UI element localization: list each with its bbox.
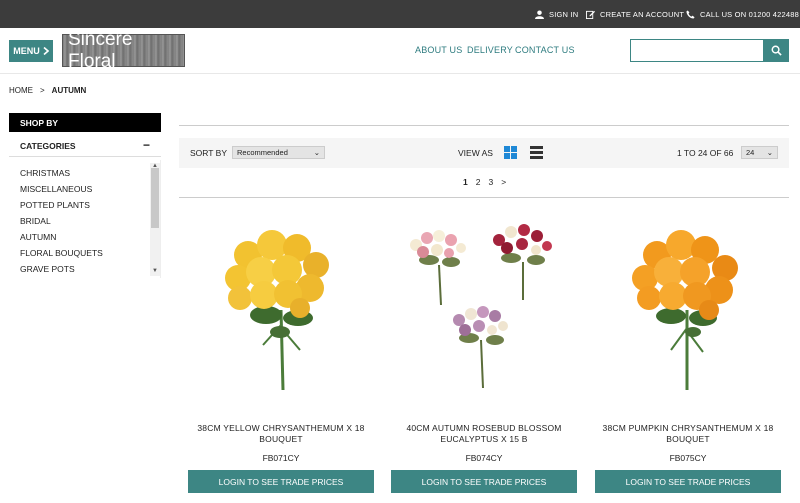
breadcrumb: HOME > AUTUMN (9, 86, 86, 95)
breadcrumb-home[interactable]: HOME (9, 86, 33, 95)
create-account-label: CREATE AN ACCOUNT (600, 10, 685, 19)
categories-title: CATEGORIES (20, 141, 76, 151)
category-bridal[interactable]: BRIDAL (20, 216, 51, 226)
site-header: MENU Sincere Floral ABOUT US DELIVERY CO… (0, 28, 800, 74)
product-card: 38CM YELLOW CHRYSANTHEMUM X 18 BOUQUET F… (188, 210, 374, 503)
per-page-value: 24 (746, 148, 755, 157)
category-christmas[interactable]: CHRISTMAS (20, 168, 70, 178)
menu-button[interactable]: MENU (9, 40, 53, 62)
top-bar: SIGN IN CREATE AN ACCOUNT CALL US ON 012… (0, 0, 800, 28)
category-miscellaneous[interactable]: MISCELLANEOUS (20, 184, 92, 194)
sort-value: Recommended (237, 148, 288, 157)
user-icon (535, 10, 544, 19)
shop-by-heading: SHOP BY (9, 113, 161, 132)
nav-about-us[interactable]: ABOUT US (415, 45, 462, 55)
collapse-icon: − (142, 138, 150, 152)
site-logo[interactable]: Sincere Floral (62, 29, 185, 72)
login-trade-prices-button[interactable]: LOGIN TO SEE TRADE PRICES (391, 470, 577, 493)
search-icon (771, 45, 782, 56)
categories-toggle[interactable]: CATEGORIES − (9, 135, 161, 157)
page-3[interactable]: 3 (488, 177, 493, 187)
login-trade-prices-button[interactable]: LOGIN TO SEE TRADE PRICES (188, 470, 374, 493)
product-image[interactable] (595, 210, 781, 400)
menu-label: MENU (13, 46, 40, 56)
sort-select[interactable]: Recommended ⌄ (232, 146, 325, 159)
category-floral-bouquets[interactable]: FLORAL BOUQUETS (20, 248, 103, 258)
create-account-link[interactable]: CREATE AN ACCOUNT (586, 10, 684, 19)
product-code: FB071CY (262, 453, 300, 463)
list-view-icon[interactable] (530, 146, 543, 159)
product-code: FB075CY (669, 453, 707, 463)
scrollbar-thumb[interactable] (151, 168, 159, 228)
nav-delivery[interactable]: DELIVERY (467, 45, 513, 55)
product-card: 38CM PUMPKIN CHRYSANTHEMUM X 18 BOUQUET … (595, 210, 781, 503)
category-autumn[interactable]: AUTUMN (20, 232, 56, 242)
scroll-down-icon[interactable]: ▼ (150, 268, 160, 276)
chevron-down-icon: ⌄ (766, 148, 773, 157)
product-card: 40CM AUTUMN ROSEBUD BLOSSOM EUCALYPTUS X… (391, 210, 577, 503)
grid-view-icon[interactable] (504, 146, 517, 159)
divider (179, 197, 789, 198)
search-button[interactable] (764, 39, 789, 62)
view-as-label: VIEW AS (458, 148, 493, 158)
chevron-right-icon (43, 47, 49, 55)
breadcrumb-separator: > (40, 86, 45, 95)
call-us-link[interactable]: CALL US ON 01200 422488 (686, 10, 799, 19)
page-1[interactable]: 1 (463, 177, 468, 187)
sign-in-link[interactable]: SIGN IN (535, 10, 578, 19)
category-grave-pots[interactable]: GRAVE POTS (20, 264, 75, 274)
category-potted-plants[interactable]: POTTED PLANTS (20, 200, 90, 210)
next-page[interactable]: > (501, 177, 506, 187)
login-trade-prices-button[interactable]: LOGIN TO SEE TRADE PRICES (595, 470, 781, 493)
sign-in-label: SIGN IN (549, 10, 579, 19)
category-list: CHRISTMAS MISCELLANEOUS POTTED PLANTS BR… (9, 160, 161, 278)
product-code: FB074CY (465, 453, 503, 463)
divider (179, 125, 789, 126)
product-name[interactable]: 38CM YELLOW CHRYSANTHEMUM X 18 BOUQUET (188, 423, 374, 445)
phone-icon (686, 10, 695, 19)
nav-contact-us[interactable]: CONTACT US (515, 45, 575, 55)
edit-icon (586, 10, 595, 19)
breadcrumb-current: AUTUMN (51, 86, 87, 95)
sort-by-label: SORT BY (190, 148, 228, 158)
product-image[interactable] (391, 210, 577, 400)
per-page-select[interactable]: 24 ⌄ (741, 146, 778, 159)
product-image[interactable] (188, 210, 374, 400)
logo-text: Sincere Floral (68, 28, 133, 72)
product-name[interactable]: 38CM PUMPKIN CHRYSANTHEMUM X 18 BOUQUET (595, 423, 781, 445)
call-us-label: CALL US ON 01200 422488 (700, 10, 799, 19)
results-count: 1 TO 24 OF 66 (677, 148, 734, 158)
listing-toolbar: SORT BY Recommended ⌄ VIEW AS 1 TO 24 OF… (179, 138, 789, 168)
pagination: 1 2 3 > (463, 177, 506, 187)
search-input[interactable] (630, 39, 764, 62)
product-name[interactable]: 40CM AUTUMN ROSEBUD BLOSSOM EUCALYPTUS X… (391, 423, 577, 445)
chevron-down-icon: ⌄ (313, 148, 320, 157)
page-2[interactable]: 2 (476, 177, 481, 187)
